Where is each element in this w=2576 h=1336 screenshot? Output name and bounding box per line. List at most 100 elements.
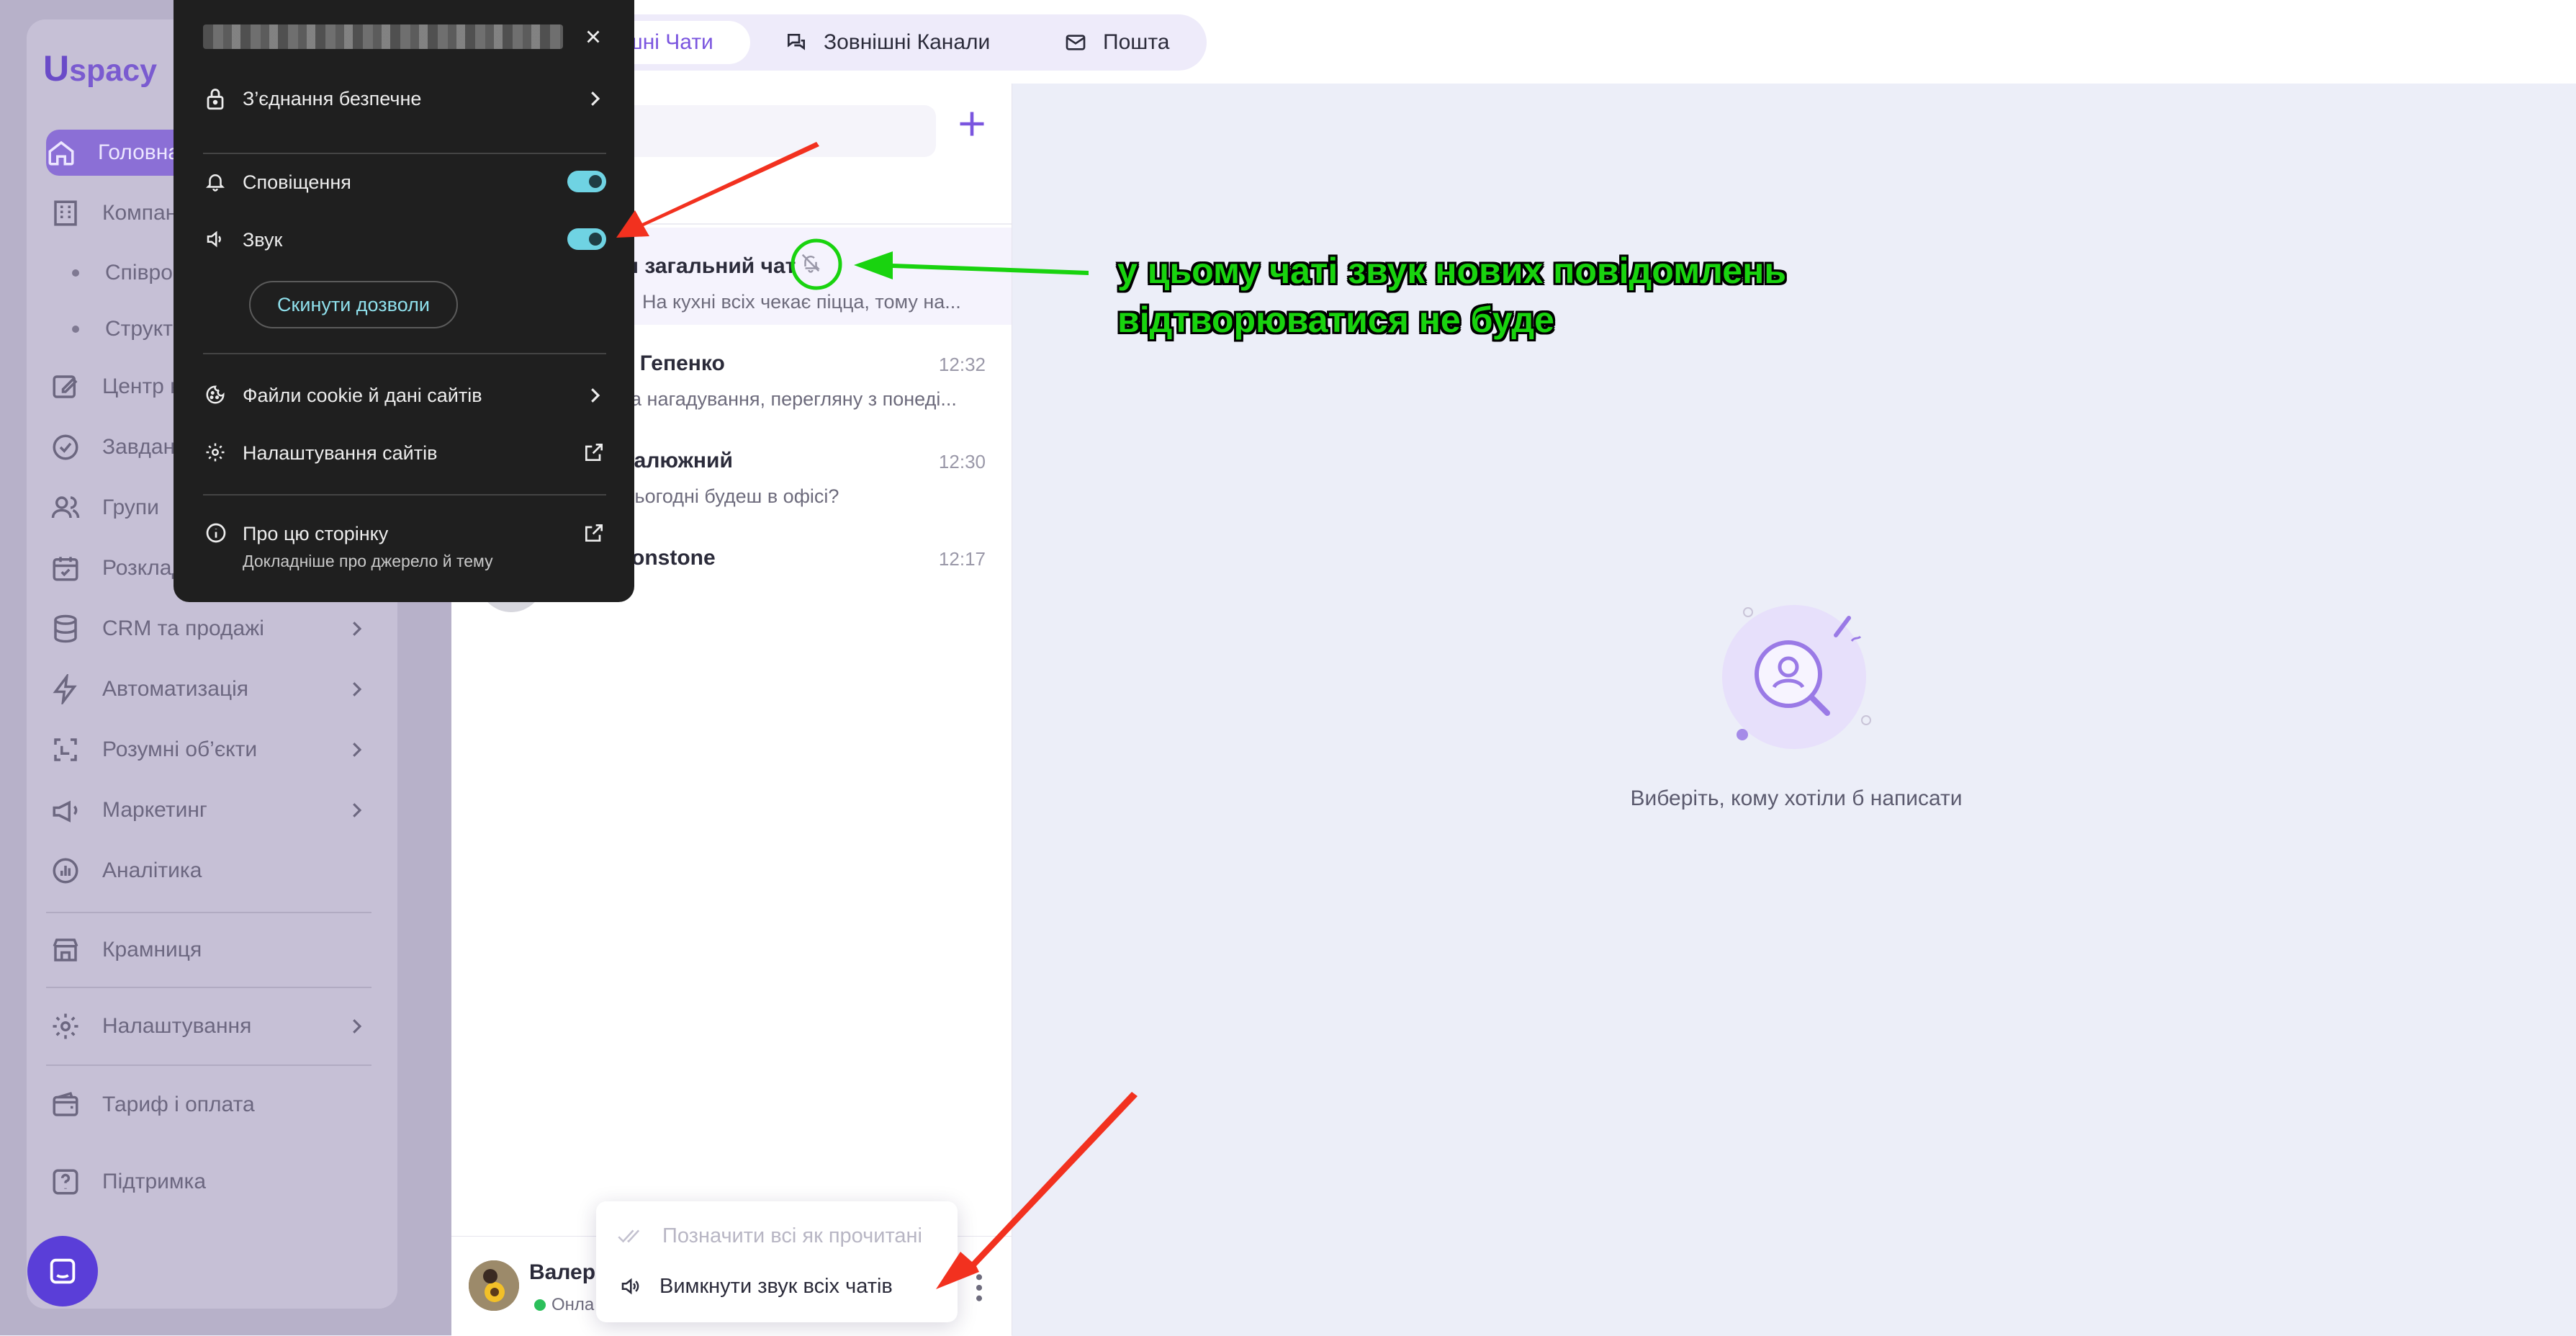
lock-icon	[207, 89, 224, 110]
support-chat-button[interactable]	[27, 1236, 98, 1306]
chat-bubble-icon	[50, 1258, 76, 1284]
annotation-line: відтворюватися не буде	[1117, 300, 1554, 340]
sidebar-divider	[46, 1064, 371, 1066]
sidebar-item-label: Крамниця	[102, 938, 202, 961]
sidebar-item-label: Аналітика	[102, 858, 202, 882]
sidebar-item-support[interactable]: Підтримка	[50, 1159, 374, 1205]
sidebar-item-label: Автоматизація	[102, 677, 249, 701]
connection-label: З’єднання безпечне	[243, 88, 422, 109]
help-icon	[53, 1169, 78, 1195]
sidebar-item-label: Центр к	[102, 375, 180, 398]
site-settings-row[interactable]: Налаштування сайтів	[174, 431, 634, 475]
chevron-right-icon	[591, 388, 600, 403]
sidebar-item-crm[interactable]: CRM та продажі	[50, 606, 374, 652]
connection-secure-row[interactable]: З’єднання безпечне	[174, 72, 634, 127]
sidebar-divider	[46, 987, 371, 988]
sidebar-subitem-structure[interactable]: Структ	[72, 311, 173, 347]
tab-label: ішні Чати	[621, 30, 713, 54]
home-icon	[48, 140, 74, 166]
user-status: Онла	[534, 1295, 594, 1315]
chat-name: й Гепенко	[621, 351, 725, 375]
chat-name: ш загальний чат	[621, 254, 796, 278]
tab-label: Зовнішні Канали	[824, 30, 991, 54]
app-logo[interactable]: Uspacy	[43, 48, 157, 89]
sidebar-item-label: Розумні об’єкти	[102, 738, 258, 761]
bell-icon	[205, 174, 225, 192]
avatar[interactable]	[469, 1260, 519, 1311]
chevron-right-icon	[591, 91, 600, 106]
empty-state-text: Виберіть, кому хотіли б написати	[1630, 786, 1963, 810]
check-circle-icon	[53, 434, 78, 460]
chevron-right-icon	[353, 622, 362, 636]
sidebar-item-label: Маркетинг	[102, 798, 207, 822]
chevron-right-icon	[353, 743, 362, 757]
notifications-toggle[interactable]	[567, 171, 606, 192]
user-status-text: Онла	[551, 1295, 595, 1314]
online-dot	[534, 1299, 546, 1311]
speaker-icon	[207, 230, 221, 248]
chat-preview: Сьогодні будеш в офісі?	[621, 485, 839, 507]
sidebar-item-smart-objects[interactable]: Розумні об’єкти	[50, 727, 374, 773]
close-icon[interactable]	[582, 26, 604, 48]
about-title: Про цю сторінку	[243, 523, 389, 544]
notifications-label: Сповіщення	[243, 171, 351, 193]
chat-name: onstone	[631, 546, 716, 570]
sound-toggle[interactable]	[567, 228, 606, 250]
divider	[203, 153, 606, 154]
sidebar-item-label: Головна	[98, 140, 180, 164]
megaphone-icon	[53, 800, 78, 822]
plus-icon[interactable]	[956, 108, 988, 140]
sidebar-item-store[interactable]: Крамниця	[50, 927, 374, 973]
chat-preview: ва нагадування, перегляну з понеді...	[621, 388, 957, 410]
sidebar-item-automation[interactable]: Автоматизація	[50, 666, 374, 712]
calendar-icon	[53, 557, 78, 581]
site-settings-label: Налаштування сайтів	[243, 442, 438, 464]
chevron-right-icon	[353, 803, 362, 817]
sidebar-subitem-employees[interactable]: Співро	[72, 255, 173, 291]
chevron-right-icon	[353, 682, 362, 696]
sidebar-item-billing[interactable]: Тариф і оплата	[50, 1082, 374, 1128]
about-page-row[interactable]: Про цю сторінку Докладніше про джерело й…	[174, 513, 634, 578]
mute-all-chats-item[interactable]: Вимкнути звук всіх чатів	[618, 1265, 893, 1308]
speaker-icon	[621, 1278, 639, 1295]
cookies-row[interactable]: Файли cookie й дані сайтів	[174, 373, 634, 418]
cookies-label: Файли cookie й дані сайтів	[243, 385, 482, 406]
mark-all-read-item[interactable]: Позначити всі як прочитані	[618, 1214, 922, 1257]
sidebar-item-label: Структ	[105, 317, 173, 341]
bolt-icon	[53, 674, 77, 704]
external-link-icon	[585, 444, 603, 461]
sound-row: Звук	[174, 218, 634, 262]
sidebar-item-label: Компан	[102, 201, 178, 225]
sidebar-item-settings[interactable]: Налаштування	[50, 1003, 374, 1049]
more-vertical-icon[interactable]	[970, 1272, 988, 1304]
notifications-row: Сповіщення	[174, 160, 634, 205]
chat-time: 12:17	[938, 548, 986, 570]
sunflower-icon	[469, 1260, 519, 1311]
database-icon	[54, 614, 77, 643]
sidebar-item-analytics[interactable]: Аналітика	[50, 848, 374, 894]
divider	[203, 494, 606, 496]
reset-permissions-button[interactable]: Скинути дозволи	[249, 281, 458, 328]
bell-muted-icon	[801, 254, 821, 273]
search-user-illustration	[1722, 605, 1871, 749]
sidebar-divider	[46, 912, 371, 913]
sidebar-item-label: Налаштування	[102, 1014, 252, 1038]
pen-icon	[53, 375, 78, 398]
cookie-icon	[206, 385, 225, 404]
menu-item-label: Позначити всі як прочитані	[662, 1224, 922, 1247]
building-icon	[54, 200, 77, 226]
mail-icon	[1066, 35, 1086, 50]
sidebar-item-label: CRM та продажі	[102, 617, 264, 640]
chat-bubbles-icon	[788, 34, 805, 50]
tab-mail[interactable]: Пошта	[1064, 21, 1169, 64]
sidebar-item-label: Групи	[102, 496, 159, 519]
tab-external-channels[interactable]: Зовнішні Канали	[785, 21, 990, 64]
tab-label: Пошта	[1103, 30, 1170, 54]
chat-time: 12:32	[938, 354, 986, 375]
info-icon	[206, 523, 226, 543]
search-input[interactable]	[612, 105, 936, 157]
store-icon	[53, 938, 78, 961]
sidebar-item-marketing[interactable]: Маркетинг	[50, 787, 374, 833]
chat-name: Калюжний	[621, 449, 733, 472]
divider	[203, 353, 606, 354]
